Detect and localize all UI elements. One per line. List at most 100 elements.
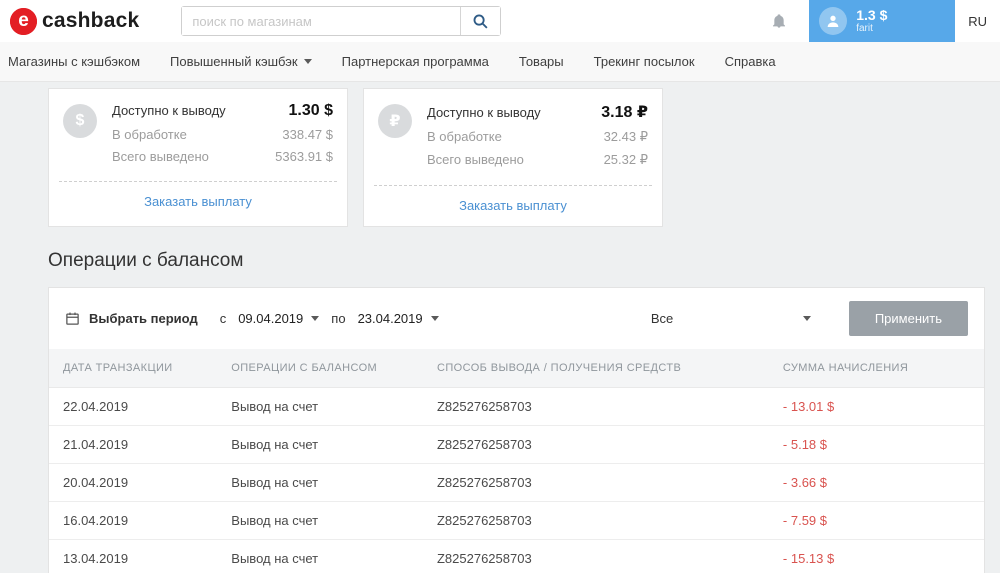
nav-item-label: Товары bbox=[518, 54, 564, 69]
processing-value: 338.47 $ bbox=[282, 127, 333, 142]
processing-value: 32.43 ₽ bbox=[603, 129, 648, 144]
notifications-bell-icon[interactable] bbox=[771, 12, 787, 30]
card-body: ₽ Доступно к выводу 3.18 ₽ В обработке 3… bbox=[364, 89, 662, 181]
cell-date: 13.04.2019 bbox=[49, 539, 218, 573]
chevron-down-icon bbox=[430, 316, 439, 321]
cell-method: Z825276258703 bbox=[422, 387, 769, 426]
cell-amount: - 3.66 $ bbox=[768, 463, 984, 502]
chevron-down-icon bbox=[303, 59, 312, 64]
operations-table: ДАТА ТРАНЗАКЦИИ ОПЕРАЦИИ С БАЛАНСОМ СПОС… bbox=[49, 349, 984, 573]
cell-operation: Вывод на счет bbox=[217, 539, 423, 573]
total-withdrawn-value: 5363.91 $ bbox=[275, 149, 333, 164]
user-account-box[interactable]: 1.3 $ farit bbox=[809, 0, 956, 42]
table-row: 16.04.2019 Вывод на счет Z825276258703 -… bbox=[49, 501, 984, 540]
request-payout-link[interactable]: Заказать выплату bbox=[459, 198, 567, 213]
person-icon bbox=[825, 13, 841, 29]
search-button[interactable] bbox=[460, 7, 501, 35]
date-from-value: 09.04.2019 bbox=[238, 311, 304, 326]
available-row: Доступно к выводу 1.30 $ bbox=[112, 102, 333, 120]
from-label: с bbox=[219, 311, 227, 326]
card-rows: Доступно к выводу 3.18 ₽ В обработке 32.… bbox=[427, 102, 648, 175]
date-to-value: 23.04.2019 bbox=[357, 311, 423, 326]
user-texts: 1.3 $ farit bbox=[856, 7, 887, 35]
table-row: 21.04.2019 Вывод на счет Z825276258703 -… bbox=[49, 425, 984, 464]
nav-item-label: Трекинг посылок bbox=[593, 54, 695, 69]
logo-e-icon: e bbox=[10, 7, 37, 35]
operation-type-value: Все bbox=[650, 311, 674, 326]
cell-date: 21.04.2019 bbox=[49, 425, 218, 464]
chevron-down-icon bbox=[311, 316, 320, 321]
available-value: 1.30 $ bbox=[288, 102, 333, 119]
nav-item-goods[interactable]: Товары bbox=[519, 54, 564, 69]
chevron-down-icon bbox=[802, 316, 811, 321]
cell-amount: - 7.59 $ bbox=[768, 501, 984, 540]
cell-amount: - 13.01 $ bbox=[768, 387, 984, 426]
language-selector[interactable]: RU bbox=[968, 14, 987, 29]
total-withdrawn-label: Всего выведено bbox=[112, 149, 209, 164]
nav-item-increased-cashback[interactable]: Повышенный кэшбэк bbox=[170, 54, 312, 69]
nav-item-parcel-tracking[interactable]: Трекинг посылок bbox=[594, 54, 695, 69]
search-input[interactable] bbox=[182, 7, 461, 35]
period-filter-bar: Выбрать период с 09.04.2019 по 23.04.201… bbox=[49, 288, 984, 349]
user-balance: 1.3 $ bbox=[856, 7, 888, 24]
processing-row: В обработке 338.47 $ bbox=[112, 127, 333, 142]
cell-date: 16.04.2019 bbox=[49, 501, 218, 540]
cell-method: Z825276258703 bbox=[422, 425, 769, 464]
avatar bbox=[819, 7, 848, 35]
cell-method: Z825276258703 bbox=[422, 463, 769, 502]
nav-item-shops[interactable]: Магазины с кэшбэком bbox=[8, 54, 140, 69]
date-to-select[interactable]: 23.04.2019 bbox=[356, 307, 441, 330]
cell-amount: - 5.18 $ bbox=[768, 425, 984, 464]
col-header-date: ДАТА ТРАНЗАКЦИИ bbox=[49, 349, 218, 388]
cell-date: 20.04.2019 bbox=[49, 463, 218, 502]
available-value: 3.18 ₽ bbox=[601, 104, 648, 121]
user-name: farit bbox=[856, 23, 873, 35]
total-row: Всего выведено 25.32 ₽ bbox=[427, 152, 648, 168]
period-label: Выбрать период bbox=[89, 311, 198, 326]
request-payout-link[interactable]: Заказать выплату bbox=[144, 194, 252, 209]
table-row: 13.04.2019 Вывод на счет Z825276258703 -… bbox=[49, 539, 984, 573]
card-footer: Заказать выплату bbox=[59, 181, 337, 222]
header-right: 1.3 $ farit RU bbox=[771, 0, 1000, 42]
cell-date: 22.04.2019 bbox=[49, 387, 218, 426]
card-footer: Заказать выплату bbox=[374, 185, 652, 226]
ruble-icon: ₽ bbox=[378, 104, 412, 138]
date-from-select[interactable]: 09.04.2019 bbox=[236, 307, 321, 330]
balance-cards: $ Доступно к выводу 1.30 $ В обработке 3… bbox=[48, 88, 1000, 227]
card-body: $ Доступно к выводу 1.30 $ В обработке 3… bbox=[49, 89, 347, 177]
table-header-row: ДАТА ТРАНЗАКЦИИ ОПЕРАЦИИ С БАЛАНСОМ СПОС… bbox=[49, 349, 984, 388]
nav-item-help[interactable]: Справка bbox=[725, 54, 776, 69]
nav-item-label: Партнерская программа bbox=[341, 54, 489, 69]
to-label: по bbox=[331, 311, 346, 326]
total-withdrawn-label: Всего выведено bbox=[427, 152, 524, 167]
balance-card-usd: $ Доступно к выводу 1.30 $ В обработке 3… bbox=[48, 88, 348, 227]
cell-amount: - 15.13 $ bbox=[768, 539, 984, 573]
page-title: Операции с балансом bbox=[48, 250, 244, 271]
total-row: Всего выведено 5363.91 $ bbox=[112, 149, 333, 164]
nav-item-label: Справка bbox=[724, 54, 776, 69]
operations-panel: Выбрать период с 09.04.2019 по 23.04.201… bbox=[48, 287, 985, 573]
card-rows: Доступно к выводу 1.30 $ В обработке 338… bbox=[112, 102, 333, 171]
table-row: 20.04.2019 Вывод на счет Z825276258703 -… bbox=[49, 463, 984, 502]
nav-item-partner-program[interactable]: Партнерская программа bbox=[342, 54, 489, 69]
main-nav: Магазины с кэшбэком Повышенный кэшбэк Па… bbox=[0, 42, 1000, 82]
logo[interactable]: e cashback bbox=[10, 7, 139, 35]
available-label: Доступно к выводу bbox=[112, 103, 226, 118]
total-withdrawn-value: 25.32 ₽ bbox=[603, 152, 648, 167]
processing-label: В обработке bbox=[427, 129, 502, 144]
processing-label: В обработке bbox=[112, 127, 187, 142]
cell-operation: Вывод на счет bbox=[217, 425, 423, 464]
cell-method: Z825276258703 bbox=[422, 539, 769, 573]
processing-row: В обработке 32.43 ₽ bbox=[427, 129, 648, 145]
operation-type-select[interactable]: Все bbox=[645, 307, 817, 330]
top-header: e cashback поиск по магазинам 1.3 $ fari… bbox=[0, 0, 1000, 42]
cell-operation: Вывод на счет bbox=[217, 463, 423, 502]
col-header-operation: ОПЕРАЦИИ С БАЛАНСОМ bbox=[217, 349, 423, 388]
cell-operation: Вывод на счет bbox=[217, 501, 423, 540]
search-icon bbox=[472, 13, 489, 30]
apply-button[interactable]: Применить bbox=[848, 301, 968, 336]
available-label: Доступно к выводу bbox=[427, 105, 541, 120]
store-search bbox=[181, 6, 502, 36]
nav-item-label: Повышенный кэшбэк bbox=[170, 54, 298, 69]
available-row: Доступно к выводу 3.18 ₽ bbox=[427, 102, 648, 122]
